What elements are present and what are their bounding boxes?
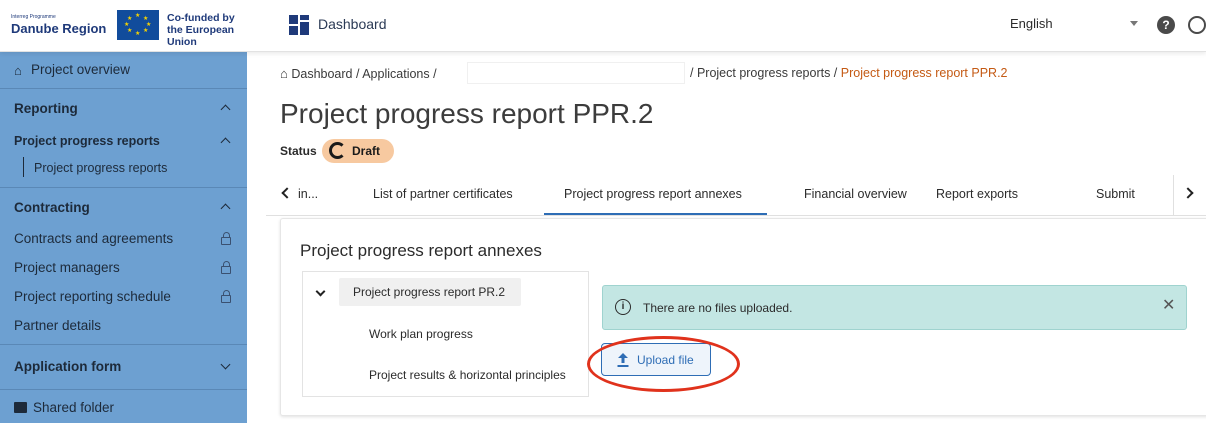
tree-item-project-results[interactable]: Project results & horizontal principles <box>369 368 566 382</box>
programme-logo[interactable]: Interreg Programme Danube Region ★ ★ ★ ★… <box>9 10 259 48</box>
status-badge: Draft <box>322 139 394 163</box>
chevron-up-icon <box>220 203 231 214</box>
dashboard-link[interactable]: Dashboard <box>318 16 387 32</box>
chevron-down-icon <box>220 359 231 370</box>
lock-icon <box>221 290 231 303</box>
tab-partner-certificates[interactable]: List of partner certificates <box>373 187 513 201</box>
breadcrumb-redacted-item[interactable] <box>467 62 685 84</box>
tab-financial-overview[interactable]: Financial overview <box>804 187 907 201</box>
chevron-up-icon <box>220 137 231 148</box>
dashboard-icon[interactable] <box>289 15 309 35</box>
chevron-down-icon[interactable] <box>1130 21 1138 26</box>
cofunded-text: Co-funded by the European Union <box>167 12 235 48</box>
tab-bar: in... List of partner certificates Proje… <box>266 175 1206 216</box>
tab-truncated[interactable]: in... <box>298 187 318 201</box>
chevron-up-icon <box>220 104 231 115</box>
divider <box>0 344 247 345</box>
home-icon: ⌂ <box>14 63 22 78</box>
page-title: Project progress report PPR.2 <box>280 98 654 129</box>
tab-report-exports[interactable]: Report exports <box>936 187 1018 201</box>
folder-icon <box>14 402 27 413</box>
tab-report-annexes[interactable]: Project progress report annexes <box>564 187 742 201</box>
lock-icon <box>221 232 231 245</box>
chevron-right-icon[interactable] <box>1182 187 1194 199</box>
tree-line <box>23 157 24 177</box>
status-label: Status <box>280 144 317 158</box>
eu-flag-icon: ★ ★ ★ ★ ★ ★ ★ ★ <box>117 10 159 40</box>
divider <box>1173 175 1174 215</box>
annex-tree: Project progress report PR.2 Work plan p… <box>302 271 589 397</box>
sidebar-item-label: Project overview <box>31 62 131 77</box>
chevron-down-icon[interactable] <box>315 286 326 297</box>
tab-submit[interactable]: Submit <box>1096 187 1135 201</box>
divider <box>0 88 247 89</box>
chevron-left-icon[interactable] <box>281 187 293 199</box>
info-icon: i <box>615 299 631 315</box>
tree-item-work-plan[interactable]: Work plan progress <box>369 327 473 341</box>
annexes-panel: Project progress report annexes Project … <box>280 218 1206 416</box>
user-account-icon[interactable] <box>1188 16 1206 34</box>
divider <box>0 187 247 188</box>
breadcrumb-path[interactable]: Dashboard / Applications / <box>291 67 436 81</box>
logo-small-text: Interreg Programme <box>11 14 56 20</box>
divider <box>0 389 247 390</box>
breadcrumb-tail: / Project progress reports / Project pro… <box>690 66 1008 80</box>
home-icon[interactable]: ⌂ <box>280 66 288 81</box>
no-files-alert: i There are no files uploaded. ✕ <box>602 285 1187 330</box>
panel-title: Project progress report annexes <box>300 241 542 260</box>
breadcrumb: ⌂ Dashboard / Applications / <box>280 66 437 81</box>
active-tab-indicator <box>544 213 767 215</box>
sidebar: ⌂ Project overview Reporting Project pro… <box>0 52 247 423</box>
draft-status-icon <box>329 142 346 159</box>
help-icon[interactable]: ? <box>1157 16 1175 34</box>
alert-message: There are no files uploaded. <box>643 301 793 315</box>
breadcrumb-current: Project progress report PPR.2 <box>840 66 1008 80</box>
sidebar-subitem-project-progress-reports[interactable]: Project progress reports <box>0 154 247 180</box>
lock-icon <box>221 261 231 274</box>
highlight-annotation <box>587 336 740 392</box>
top-bar: Interreg Programme Danube Region ★ ★ ★ ★… <box>0 0 1206 52</box>
close-icon[interactable]: ✕ <box>1162 295 1175 315</box>
tree-root-item[interactable]: Project progress report PR.2 <box>339 278 521 306</box>
breadcrumb-path[interactable]: / Project progress reports / <box>690 66 837 80</box>
language-select[interactable]: English <box>1010 16 1053 31</box>
logo-main-text: Danube Region <box>11 21 107 36</box>
